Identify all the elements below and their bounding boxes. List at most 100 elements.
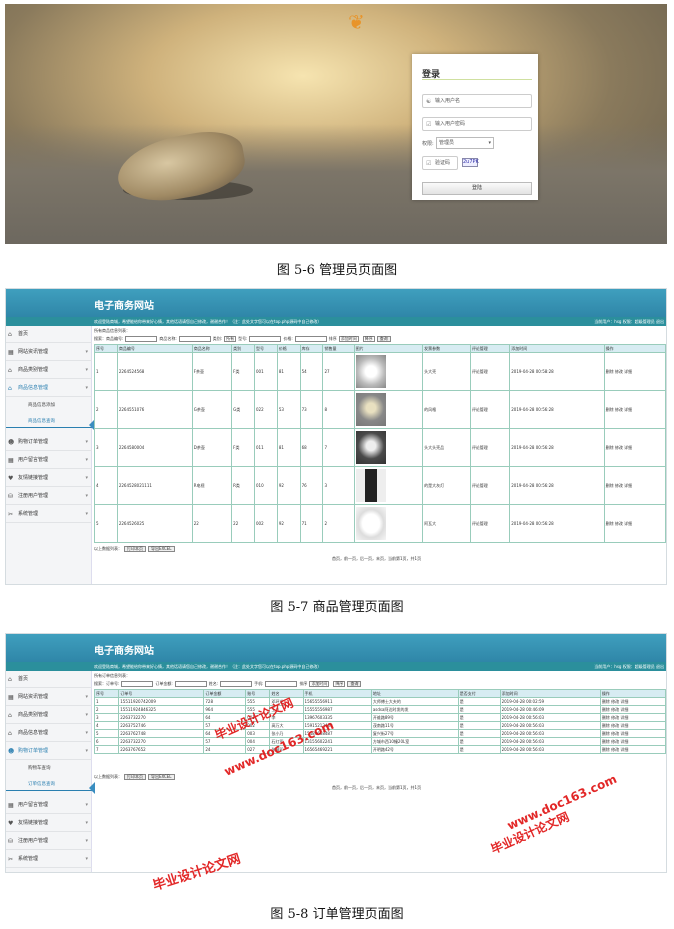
order-no-label: 订单号: (106, 681, 120, 686)
role-selected-value: 管理员 (439, 140, 455, 146)
pager[interactable]: 首页，前一页，后一页，末页，当前第1页，共1页 (332, 785, 421, 791)
category-select[interactable]: 所有 (224, 336, 237, 342)
table-cell-ops[interactable]: 删除 修改 详细 (599, 721, 666, 730)
grid-icon: ▦ (8, 694, 14, 701)
table-cell-ops[interactable]: 删除 修改 详细 (599, 705, 666, 714)
username-input[interactable]: ☯ 输入用户名 (422, 94, 532, 108)
home-icon: ⌂ (8, 712, 12, 719)
main-content: 所有订单信息列表： 搜索：订单号: 订单金额: 姓名: 手机: 排序 添加时间 降序 查询 序… (93, 673, 666, 872)
search-button[interactable]: 查询 (347, 681, 362, 687)
menu-products[interactable]: ⌂ 商品信息管理 ▾ (6, 380, 92, 397)
grid-icon: ▦ (8, 802, 14, 809)
print-button[interactable]: 打印本页 (124, 774, 146, 780)
menu-users[interactable]: ⛁ 注册用户管理 ▾ (6, 488, 92, 505)
table-cell-comment[interactable]: 评论管理 (469, 504, 511, 543)
name-input[interactable] (220, 681, 253, 687)
table-cell-stock: 73 (299, 390, 324, 429)
document-page: ❦ 登录 ☯ 输入用户名 ☑ 输入用户密码 权限: 管理员 ▾ ☑ 验证码 2u7PK … (0, 0, 674, 929)
background-ground (5, 124, 667, 244)
table-cell-comment[interactable]: 评论管理 (469, 390, 511, 429)
menu-category[interactable]: ⌂ 商品类别管理 ▾ (6, 362, 92, 379)
captcha-image[interactable]: 2u7PK (462, 158, 479, 167)
menu-home[interactable]: ⌂ 首页 (6, 671, 92, 688)
chevron-down-icon: ▾ (85, 367, 88, 373)
table-cell-model: 002 (253, 504, 278, 543)
code-label: 商品编号: (106, 336, 124, 341)
menu-category[interactable]: ⌂ 商品类别管理 ▾ (6, 707, 92, 724)
price-input[interactable] (294, 336, 327, 342)
phone-input[interactable] (265, 681, 298, 687)
name-input[interactable] (178, 336, 211, 342)
menu-news[interactable]: ▦ 网站资讯管理 ▾ (6, 344, 92, 361)
column-header: 发票参数 (422, 344, 471, 353)
submenu-order-query[interactable]: 订单信息查询 (6, 778, 92, 791)
menu-messages[interactable]: ▦ 用户留言管理 ▾ (6, 797, 92, 814)
amount-input[interactable] (174, 681, 207, 687)
table-cell-ops[interactable]: 删除 修改 详细 (599, 745, 666, 754)
sort-select[interactable]: 添加时间 (338, 336, 359, 342)
submenu-product-query[interactable]: 商品信息查询 (6, 415, 92, 428)
menu-users[interactable]: ⛁ 注册用户管理 ▾ (6, 833, 92, 850)
table-cell-comment[interactable]: 评论管理 (469, 466, 511, 505)
menu-system[interactable]: ✂ 系统管理 ▾ (6, 851, 92, 868)
table-cell-ops[interactable]: 删除 修改 详细 (603, 390, 666, 429)
menu-system[interactable]: ✂ 系统管理 ▾ (6, 506, 92, 523)
table-cell-code: 15511924846325 (118, 705, 205, 714)
cart-icon: ⛁ (8, 493, 14, 500)
search-button[interactable]: 查询 (376, 336, 391, 342)
table-cell-ops[interactable]: 删除 修改 详细 (599, 737, 666, 746)
table-cell-ops[interactable]: 删除 修改 详细 (599, 729, 666, 738)
user-info[interactable]: 当前用户：hsg 权限：超级管理员 退出 (594, 317, 664, 326)
person-icon: ☻ (8, 748, 15, 755)
menu-orders[interactable]: ☻ 购物订单管理 ▾ (6, 743, 92, 760)
site-header: 电子商务网站 (6, 634, 666, 662)
table-cell-amt: 964 (203, 705, 247, 714)
table-cell-acct: 004 (245, 737, 271, 746)
menu-products[interactable]: ⌂ 商品信息管理 ▾ (6, 725, 92, 742)
code-input[interactable] (125, 336, 158, 342)
chevron-down-icon: ▾ (85, 748, 88, 754)
table-cell-time: 2019-04-28 00:56:03 (499, 713, 601, 722)
submenu-product-add[interactable]: 商品信息添加 (6, 399, 92, 412)
sort-label: 排序 (328, 336, 337, 341)
table-cell-code: 15511920742009 (118, 697, 205, 706)
order-no-input[interactable] (121, 681, 154, 687)
order-select[interactable]: 降序 (362, 336, 375, 342)
product-image (355, 355, 386, 388)
export-button[interactable]: 导出EXCEL (148, 546, 175, 552)
table-cell-ops[interactable]: 删除 修改 详细 (603, 352, 666, 391)
table-cell-ops[interactable]: 删除 修改 详细 (603, 428, 666, 467)
table-cell-time: 2019-04-28 00:56:03 (499, 745, 601, 754)
sort-select[interactable]: 添加时间 (309, 681, 330, 687)
chevron-down-icon: ▾ (85, 457, 88, 463)
welcome-bar: 欢迎登陆商城，希望能给你带来好心情，其他话语请您自己修改，谢谢合作！（注：此处文… (6, 662, 666, 671)
captcha-input[interactable]: ☑ 验证码 (422, 156, 458, 170)
table-cell-comment[interactable]: 评论管理 (469, 428, 511, 467)
table-cell-price: 81 (276, 352, 301, 391)
category-label: 类别: (212, 336, 223, 341)
menu-links[interactable]: ♥ 友情链接管理 ▾ (6, 815, 92, 832)
menu-links[interactable]: ♥ 友情链接管理 ▾ (6, 470, 92, 487)
menu-label: 商品类别管理 (18, 712, 49, 718)
order-select[interactable]: 降序 (333, 681, 346, 687)
export-button[interactable]: 导出EXCEL (148, 774, 175, 780)
submenu-cart-query[interactable]: 购物车查询 (6, 762, 92, 775)
password-input[interactable]: ☑ 输入用户密码 (422, 117, 532, 131)
table-cell-ops[interactable]: 删除 修改 详细 (603, 504, 666, 543)
menu-news[interactable]: ▦ 网站资讯管理 ▾ (6, 689, 92, 706)
print-button[interactable]: 打印本页 (124, 546, 146, 552)
table-cell-ops[interactable]: 删除 修改 详细 (599, 697, 666, 706)
table-cell-ops[interactable]: 删除 修改 详细 (599, 713, 666, 722)
cart-icon: ⛁ (8, 838, 14, 845)
login-button[interactable]: 登陆 (422, 182, 532, 195)
user-info[interactable]: 当前用户：hsg 权限：超级管理员 退出 (594, 662, 664, 671)
menu-label: 首页 (18, 676, 29, 682)
model-input[interactable] (249, 336, 282, 342)
table-cell-ops[interactable]: 删除 修改 详细 (603, 466, 666, 505)
pager[interactable]: 首页，前一页，后一页，末页，当前第1页，共1页 (332, 556, 421, 562)
role-select[interactable]: 管理员 ▾ (436, 137, 494, 149)
menu-home[interactable]: ⌂ 首页 (6, 326, 92, 343)
menu-messages[interactable]: ▦ 用户留言管理 ▾ (6, 452, 92, 469)
menu-orders[interactable]: ☻ 购物订单管理 ▾ (6, 434, 92, 451)
table-cell-comment[interactable]: 评论管理 (469, 352, 511, 391)
